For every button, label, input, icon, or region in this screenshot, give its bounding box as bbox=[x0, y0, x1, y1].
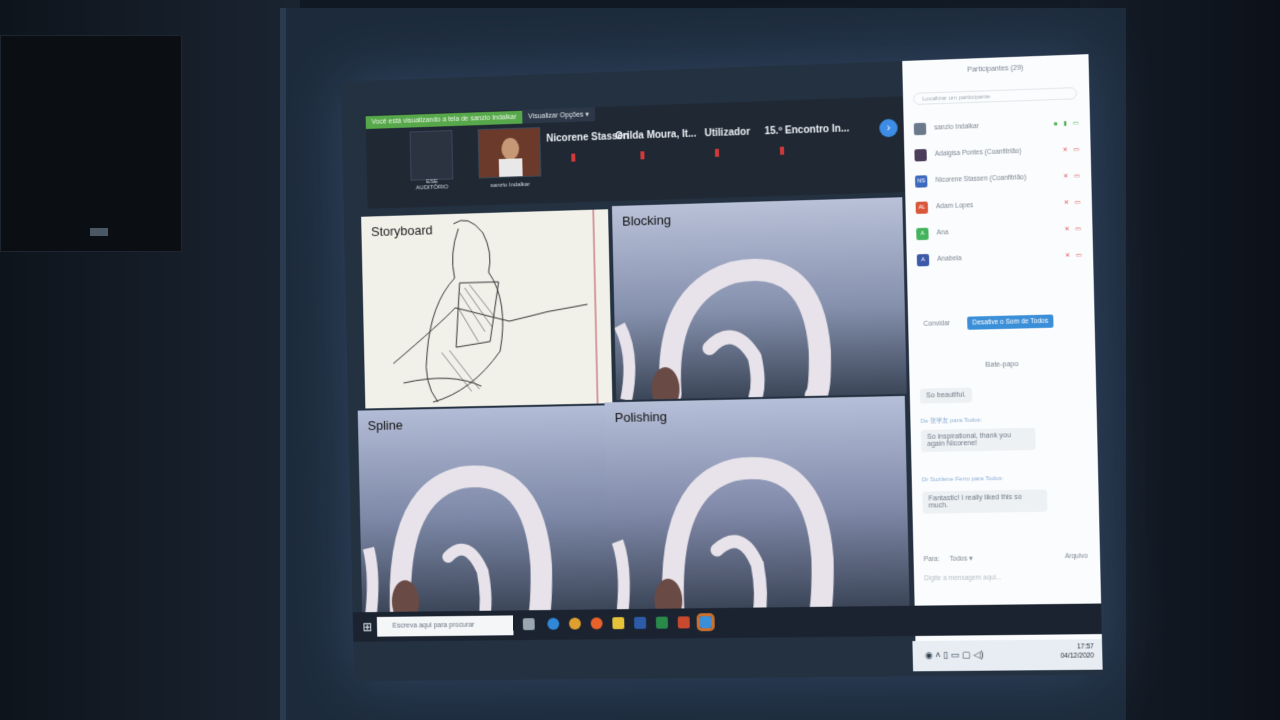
polishing-panel: Polishing bbox=[604, 395, 910, 624]
chat-message: Fantastic! I really liked this so much. bbox=[922, 489, 1048, 514]
muted-mic-icon bbox=[640, 151, 645, 160]
participants-sidebar: Participantes (29) Localizar um particip… bbox=[902, 54, 1102, 642]
polishing-render bbox=[604, 396, 909, 623]
avatar bbox=[914, 148, 927, 162]
strip-participant-3[interactable]: Utilizador bbox=[704, 127, 750, 140]
participants-title: Participantes (29) bbox=[967, 64, 1024, 74]
storyboard-sketch bbox=[361, 209, 612, 408]
chat-to-row: Para: Todos ▾ Arquivo bbox=[924, 553, 1088, 563]
participant-name: sanzio Indalkar bbox=[934, 122, 979, 132]
participant-search-input[interactable]: Localizar um participante bbox=[913, 87, 1078, 106]
chat-sender: Dr Suzilene Ferro para Todos: bbox=[921, 475, 1004, 484]
blocking-title: Blocking bbox=[621, 212, 672, 229]
chat-input[interactable]: Digite a mensagem aqui... bbox=[924, 574, 1001, 582]
chat-title: Bate-papo bbox=[985, 361, 1019, 369]
blocking-panel: Blocking bbox=[611, 197, 907, 401]
projected-desktop: Você está visualizando a tela de sanzio … bbox=[340, 54, 1103, 682]
windows-start-icon[interactable]: ⊞ bbox=[362, 620, 372, 634]
view-options-button[interactable]: Visualizar Opções ▾ bbox=[522, 107, 595, 124]
muted-icons: ✕ ▭ bbox=[1062, 146, 1082, 154]
participant-actions: Convidar Desative o Som de Todos bbox=[918, 314, 1087, 330]
zoom-video-strip: Você está visualizando a tela de sanzio … bbox=[365, 96, 908, 209]
muted-icons: ✕ ▭ bbox=[1063, 199, 1083, 207]
file-button[interactable]: Arquivo bbox=[1065, 553, 1088, 560]
edge-icon[interactable] bbox=[547, 617, 560, 630]
muted-icons: ✕ ▭ bbox=[1064, 226, 1084, 233]
tray-icons[interactable]: ◉ ˄ ▯ ▭ ▢ ◁) bbox=[925, 649, 984, 661]
powerpoint-icon[interactable] bbox=[677, 616, 690, 629]
clock-time: 17:57 bbox=[1076, 643, 1094, 651]
thumb-label: sanzio Indalkar bbox=[490, 181, 530, 190]
taskbar-tray: ◉ ˄ ▯ ▭ ▢ ◁) 17:57 04/12/2020 bbox=[912, 639, 1103, 672]
chat-message: So beautiful. bbox=[919, 387, 973, 404]
to-label: Para: bbox=[923, 555, 940, 564]
muted-icons: ✕ ▭ bbox=[1064, 252, 1084, 260]
avatar: AL bbox=[915, 201, 929, 214]
participant-thumb-auditorio[interactable]: ESE AUDITÓRIO bbox=[409, 129, 454, 191]
avatar: NS bbox=[914, 175, 928, 188]
participant-name: Adam Lopes bbox=[935, 202, 974, 211]
task-view-icon[interactable] bbox=[522, 618, 535, 631]
zoom-icon[interactable] bbox=[696, 613, 715, 632]
speaker-led bbox=[90, 228, 108, 236]
muted-icons: ✕ ▭ bbox=[1062, 173, 1083, 181]
file-explorer-icon[interactable] bbox=[612, 617, 625, 630]
participant-thumb-speaker[interactable]: sanzio Indalkar bbox=[477, 126, 542, 189]
participant-name: Nicorene Stassen (Coanfitrião) bbox=[935, 174, 1027, 185]
speaker-video bbox=[478, 127, 541, 178]
participant-name: Anabela bbox=[937, 255, 962, 263]
spline-title: Spline bbox=[367, 417, 403, 434]
participant-row[interactable]: A Anabela ✕ ▭ bbox=[916, 246, 1087, 277]
spline-render bbox=[358, 405, 610, 627]
next-page-button[interactable]: › bbox=[879, 118, 898, 138]
invite-button[interactable]: Convidar bbox=[918, 317, 955, 331]
strip-participant-4[interactable]: 15.º Encontro In... bbox=[764, 123, 849, 137]
tray-clock[interactable]: 17:57 04/12/2020 bbox=[1060, 642, 1094, 661]
chat-message: So inspirational, thank you again Nicore… bbox=[920, 427, 1036, 453]
avatar: A bbox=[916, 253, 930, 267]
excel-icon[interactable] bbox=[655, 616, 669, 629]
clock-date: 04/12/2020 bbox=[1060, 652, 1095, 660]
storyboard-title: Storyboard bbox=[370, 222, 433, 240]
word-icon[interactable] bbox=[634, 616, 647, 629]
firefox-icon[interactable] bbox=[590, 617, 603, 630]
chrome-icon[interactable] bbox=[568, 617, 581, 630]
muted-mic-icon bbox=[714, 148, 720, 157]
strip-participant-2[interactable]: Orilda Moura, It... bbox=[615, 129, 696, 143]
spline-panel: Spline bbox=[357, 405, 610, 627]
to-select[interactable]: Todos ▾ bbox=[949, 555, 972, 562]
taskbar-search-input[interactable]: Escreva aqui para procurar bbox=[376, 615, 514, 637]
mute-all-button[interactable]: Desative o Som de Todos bbox=[967, 314, 1054, 330]
storyboard-panel: Storyboard bbox=[361, 209, 613, 409]
muted-mic-icon bbox=[779, 146, 785, 155]
participant-name: Ana bbox=[936, 229, 949, 237]
sharing-icon: ■ ▮ ▭ bbox=[1053, 120, 1081, 128]
view-bar: Você está visualizando a tela de sanzio … bbox=[365, 107, 595, 129]
avatar bbox=[913, 122, 927, 136]
participant-list: sanzio Indalkar ■ ▮ ▭ Adalgisa Pontes (C… bbox=[913, 113, 1087, 277]
participant-name: Adalgisa Pontes (Coanfitrião) bbox=[934, 147, 1022, 158]
chat-sender: De 张学友 para Todos: bbox=[920, 417, 983, 425]
wall-speaker bbox=[0, 35, 182, 252]
polishing-title: Polishing bbox=[614, 409, 668, 426]
viewing-banner: Você está visualizando a tela de sanzio … bbox=[365, 110, 523, 129]
thumb-label: ESE AUDITÓRIO bbox=[415, 178, 449, 192]
avatar: A bbox=[916, 227, 929, 241]
muted-mic-icon bbox=[571, 153, 576, 162]
